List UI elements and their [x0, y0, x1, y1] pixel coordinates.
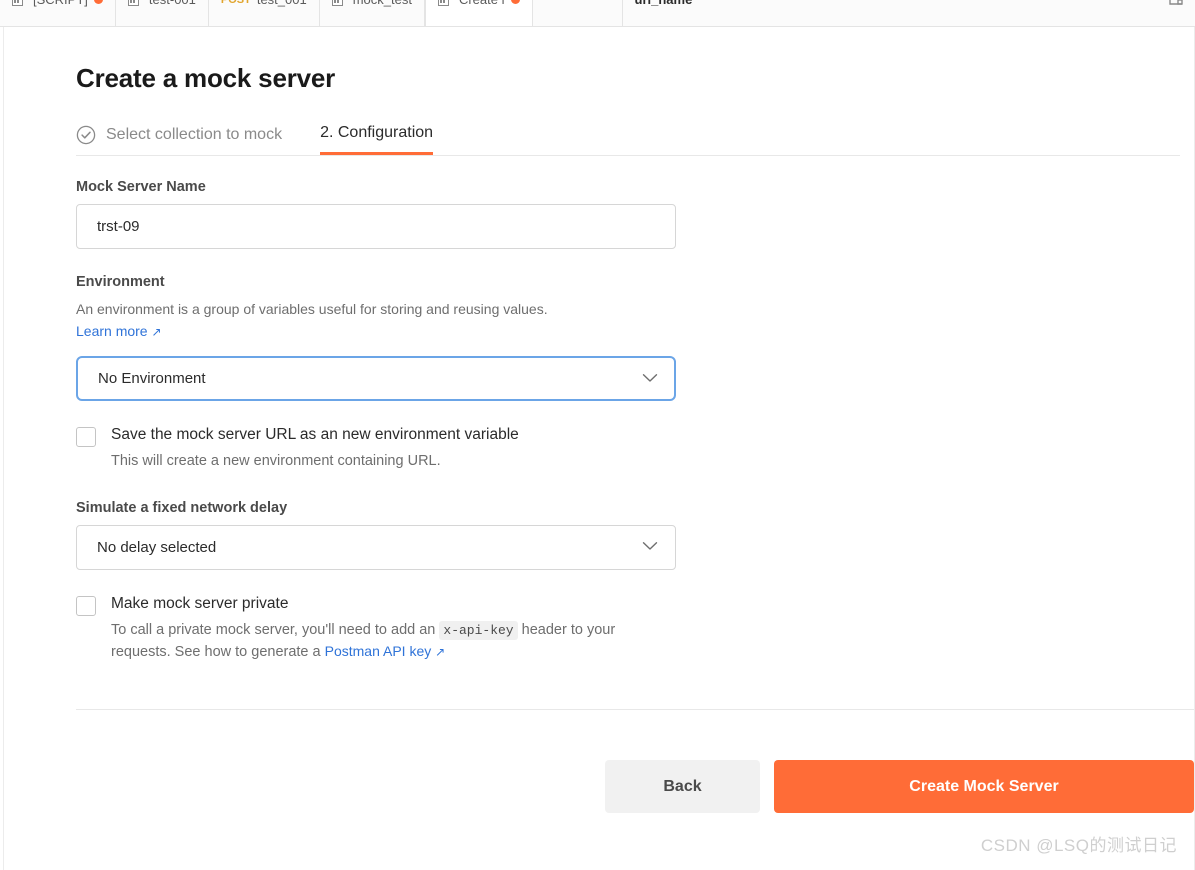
tab-mock-test[interactable]: mock_test — [319, 0, 425, 26]
configuration-form: Mock Server Name Environment An environm… — [76, 179, 696, 664]
tab-label: mock_test — [353, 0, 412, 7]
tab-label: test-001 — [149, 0, 196, 7]
network-delay-selected-value: No delay selected — [97, 538, 217, 556]
environment-selected-value: No Environment — [98, 370, 206, 387]
footer-divider — [76, 709, 1194, 710]
url-name-label: url_name — [635, 0, 693, 7]
private-checkbox[interactable] — [76, 595, 96, 616]
check-circle-icon — [76, 125, 96, 145]
collection-icon — [12, 0, 27, 6]
environment-description: An environment is a group of variables u… — [76, 301, 548, 317]
postman-api-key-link[interactable]: Postman API key ↗ — [325, 643, 446, 659]
learn-more-label: Learn more — [76, 323, 148, 339]
private-desc-part1: To call a private mock server, you'll ne… — [111, 621, 440, 638]
environment-label: Environment — [76, 274, 165, 290]
environment-select-wrap: No Environment — [76, 356, 676, 401]
tab-empty-slot[interactable]: | — [532, 0, 623, 26]
private-checkbox-description: To call a private mock server, you'll ne… — [111, 620, 651, 665]
network-delay-select[interactable]: No delay selected — [76, 524, 676, 570]
tab-url-name[interactable]: url_name — [622, 0, 1157, 26]
environment-group: Environment An environment is a group of… — [76, 274, 696, 401]
save-url-checkbox-label: Save the mock server URL as an new envir… — [111, 426, 519, 443]
tab-cursor: | — [545, 0, 548, 7]
page-title: Create a mock server — [76, 63, 336, 93]
tab-create-mock-server[interactable]: Create l — [424, 0, 533, 26]
tab-layout-button[interactable] — [1157, 0, 1195, 26]
environment-learn-more-link[interactable]: Learn more ↗ — [76, 323, 162, 339]
tab-label: Create l — [459, 0, 505, 7]
step-configuration[interactable]: 2. Configuration — [320, 112, 434, 155]
back-button[interactable]: Back — [605, 760, 760, 813]
tab-label: test_001 — [257, 0, 307, 7]
footer-actions: Back Create Mock Server — [605, 760, 1194, 813]
create-mock-server-panel: Create a mock server Select collection t… — [4, 27, 1194, 870]
x-api-key-code: x-api-key — [439, 620, 518, 640]
step-label: 2. Configuration — [320, 124, 434, 141]
mock-server-name-input[interactable] — [76, 204, 676, 249]
step-label: Select collection to mock — [106, 125, 283, 143]
create-mock-server-button[interactable]: Create Mock Server — [774, 760, 1194, 813]
mock-server-name-label: Mock Server Name — [76, 179, 206, 195]
save-url-checkbox-row[interactable]: Save the mock server URL as an new envir… — [76, 425, 696, 473]
collection-icon — [331, 0, 347, 6]
wizard-steps: Select collection to mock 2. Configurati… — [76, 112, 1180, 156]
tab-script[interactable]: [SCRIPT] — [0, 0, 116, 26]
environment-select[interactable]: No Environment — [76, 356, 676, 401]
private-checkbox-label: Make mock server private — [111, 594, 289, 612]
watermark: CSDN @LSQ的测试日记 — [980, 836, 1177, 855]
tab-bar[interactable]: [SCRIPT] test-001 POST test_001 mock_tes… — [0, 0, 1195, 27]
http-method-label: POST — [221, 0, 251, 6]
layout-icon — [1169, 0, 1183, 8]
network-delay-select-wrap: No delay selected — [76, 524, 676, 570]
collection-icon — [127, 0, 143, 6]
external-link-arrow-icon: ↗ — [435, 645, 446, 660]
network-delay-group: Simulate a fixed network delay No delay … — [76, 500, 696, 570]
step-select-collection[interactable]: Select collection to mock — [76, 112, 282, 155]
tab-request-test-001[interactable]: POST test_001 — [208, 0, 320, 26]
external-link-arrow-icon: ↗ — [151, 325, 162, 339]
unsaved-dot-icon — [93, 0, 103, 4]
save-url-checkbox-description: This will create a new environment conta… — [111, 452, 441, 469]
tab-test-001[interactable]: test-001 — [115, 0, 209, 26]
collection-icon — [437, 0, 453, 6]
network-delay-label: Simulate a fixed network delay — [76, 499, 288, 516]
unsaved-dot-icon — [510, 0, 520, 4]
postman-api-key-label: Postman API key — [324, 643, 432, 660]
tab-label: [SCRIPT] — [33, 0, 88, 7]
save-url-checkbox[interactable] — [76, 427, 96, 447]
private-checkbox-row[interactable]: Make mock server private To call a priva… — [76, 594, 696, 664]
mock-server-name-group: Mock Server Name — [76, 179, 696, 249]
